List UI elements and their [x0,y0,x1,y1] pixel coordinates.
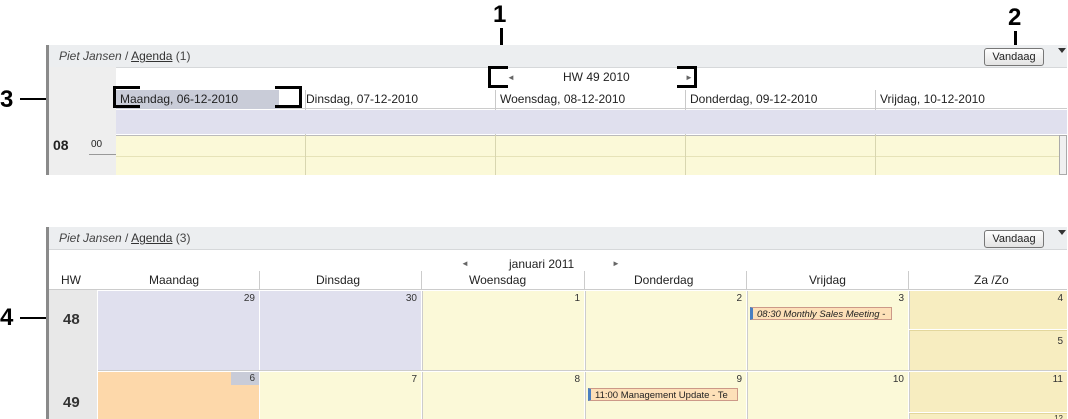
day-number: 30 [405,293,417,304]
day-cell[interactable]: 29 [98,291,259,370]
month-view-header: Piet Jansen / Agenda (3) Vandaag [49,227,1067,250]
divider [495,135,496,175]
breadcrumb-user: Piet Jansen [59,49,122,63]
breadcrumb-user: Piet Jansen [59,231,122,245]
scrollbar[interactable] [1059,135,1067,175]
time-gutter [49,67,116,175]
week-number[interactable]: 48 [63,311,80,328]
event-monthly-sales-meeting[interactable]: 08:30 Monthly Sales Meeting - [750,307,892,320]
column-header-tuesday: Dinsdag [316,273,361,287]
month-label: januari 2011 [509,257,575,271]
chevron-down-icon[interactable] [1058,48,1066,53]
week-view-panel: Piet Jansen / Agenda (1) Vandaag ◄ HW 49… [46,45,1067,175]
annotation-bracket [488,66,508,88]
divider [584,271,585,289]
day-cell[interactable]: 10 [747,372,908,419]
day-number: 10 [892,374,904,385]
divider [49,289,1067,290]
day-header-tuesday[interactable]: Dinsdag, 07-12-2010 [306,92,418,106]
today-button[interactable]: Vandaag [984,230,1044,248]
week-period-label: HW 49 2010 [563,70,630,84]
chevron-down-icon[interactable] [1058,230,1066,235]
day-number: 3 [898,293,904,304]
breadcrumb-count: (3) [172,231,191,245]
day-number: 4 [1057,293,1063,304]
column-header-weekend: Za /Zo [974,273,1009,287]
breadcrumb-separator: / [121,49,132,63]
day-number: 9 [736,374,742,385]
divider [98,370,1067,371]
day-cell[interactable]: 1 [422,291,584,370]
breadcrumb-count: (1) [172,49,191,63]
day-cell[interactable]: 30 [260,291,421,370]
day-number: 29 [243,293,255,304]
divider [259,271,260,289]
minute-label: 00 [91,139,103,150]
day-number: 12 [1054,414,1063,419]
column-header-friday: Vrijdag [809,273,846,287]
day-cell-today[interactable]: 6 [98,372,259,419]
day-cell[interactable]: 5 [909,330,1067,370]
breadcrumb: Piet Jansen / Agenda (3) [59,231,190,245]
day-cell[interactable]: 8 [422,372,584,419]
column-header-monday: Maandag [149,273,200,287]
annotation-bracket [275,86,302,108]
annotation-bracket [113,86,140,108]
day-cell[interactable]: 12 [909,413,1067,419]
day-number: 1 [574,293,580,304]
divider [305,135,306,175]
breadcrumb: Piet Jansen / Agenda (1) [59,49,190,63]
time-slot-row[interactable] [116,135,1059,175]
day-number: 7 [411,374,417,385]
divider [685,135,686,175]
callout-2: 2 [1008,4,1022,31]
next-month-icon[interactable]: ► [612,259,620,268]
day-number: 6 [231,372,259,385]
divider [421,271,422,289]
divider [746,271,747,289]
day-header-friday[interactable]: Vrijdag, 10-12-2010 [880,92,985,106]
day-cell[interactable]: 11 [909,372,1067,412]
today-button[interactable]: Vandaag [984,48,1044,66]
divider [89,154,116,155]
column-header-thursday: Donderdag [634,273,694,287]
month-view-panel: Piet Jansen / Agenda (3) Vandaag ◄ janua… [46,227,1067,419]
all-day-row[interactable] [116,110,1067,134]
previous-week-icon[interactable]: ◄ [507,73,515,82]
day-number: 8 [574,374,580,385]
divider [116,156,1059,157]
divider [908,271,909,289]
week-column-header: HW [61,273,81,287]
day-number: 5 [1057,336,1063,347]
day-number: 11 [1052,374,1063,385]
callout-1: 1 [493,1,507,28]
day-cell[interactable]: 3 08:30 Monthly Sales Meeting - [747,291,908,370]
breadcrumb-separator: / [121,231,132,245]
day-cell[interactable]: 2 [585,291,746,370]
day-cell[interactable]: 4 [909,291,1067,329]
day-cell[interactable]: 7 [260,372,421,419]
breadcrumb-agenda-link[interactable]: Agenda [131,231,172,245]
day-cell[interactable]: 9 11:00 Management Update - Te [585,372,746,419]
day-header-wednesday[interactable]: Woensdag, 08-12-2010 [500,92,625,106]
day-header-thursday[interactable]: Donderdag, 09-12-2010 [690,92,817,106]
week-view-header: Piet Jansen / Agenda (1) Vandaag [49,45,1067,68]
hour-label: 08 [53,137,69,153]
week-number[interactable]: 49 [63,394,80,411]
day-number: 2 [736,293,742,304]
event-management-update[interactable]: 11:00 Management Update - Te [588,388,738,401]
annotation-bracket [677,66,697,88]
divider [875,135,876,175]
callout-3: 3 [0,86,14,113]
breadcrumb-agenda-link[interactable]: Agenda [131,49,172,63]
callout-4: 4 [0,304,14,331]
previous-month-icon[interactable]: ◄ [461,259,469,268]
column-header-wednesday: Woensdag [469,273,527,287]
